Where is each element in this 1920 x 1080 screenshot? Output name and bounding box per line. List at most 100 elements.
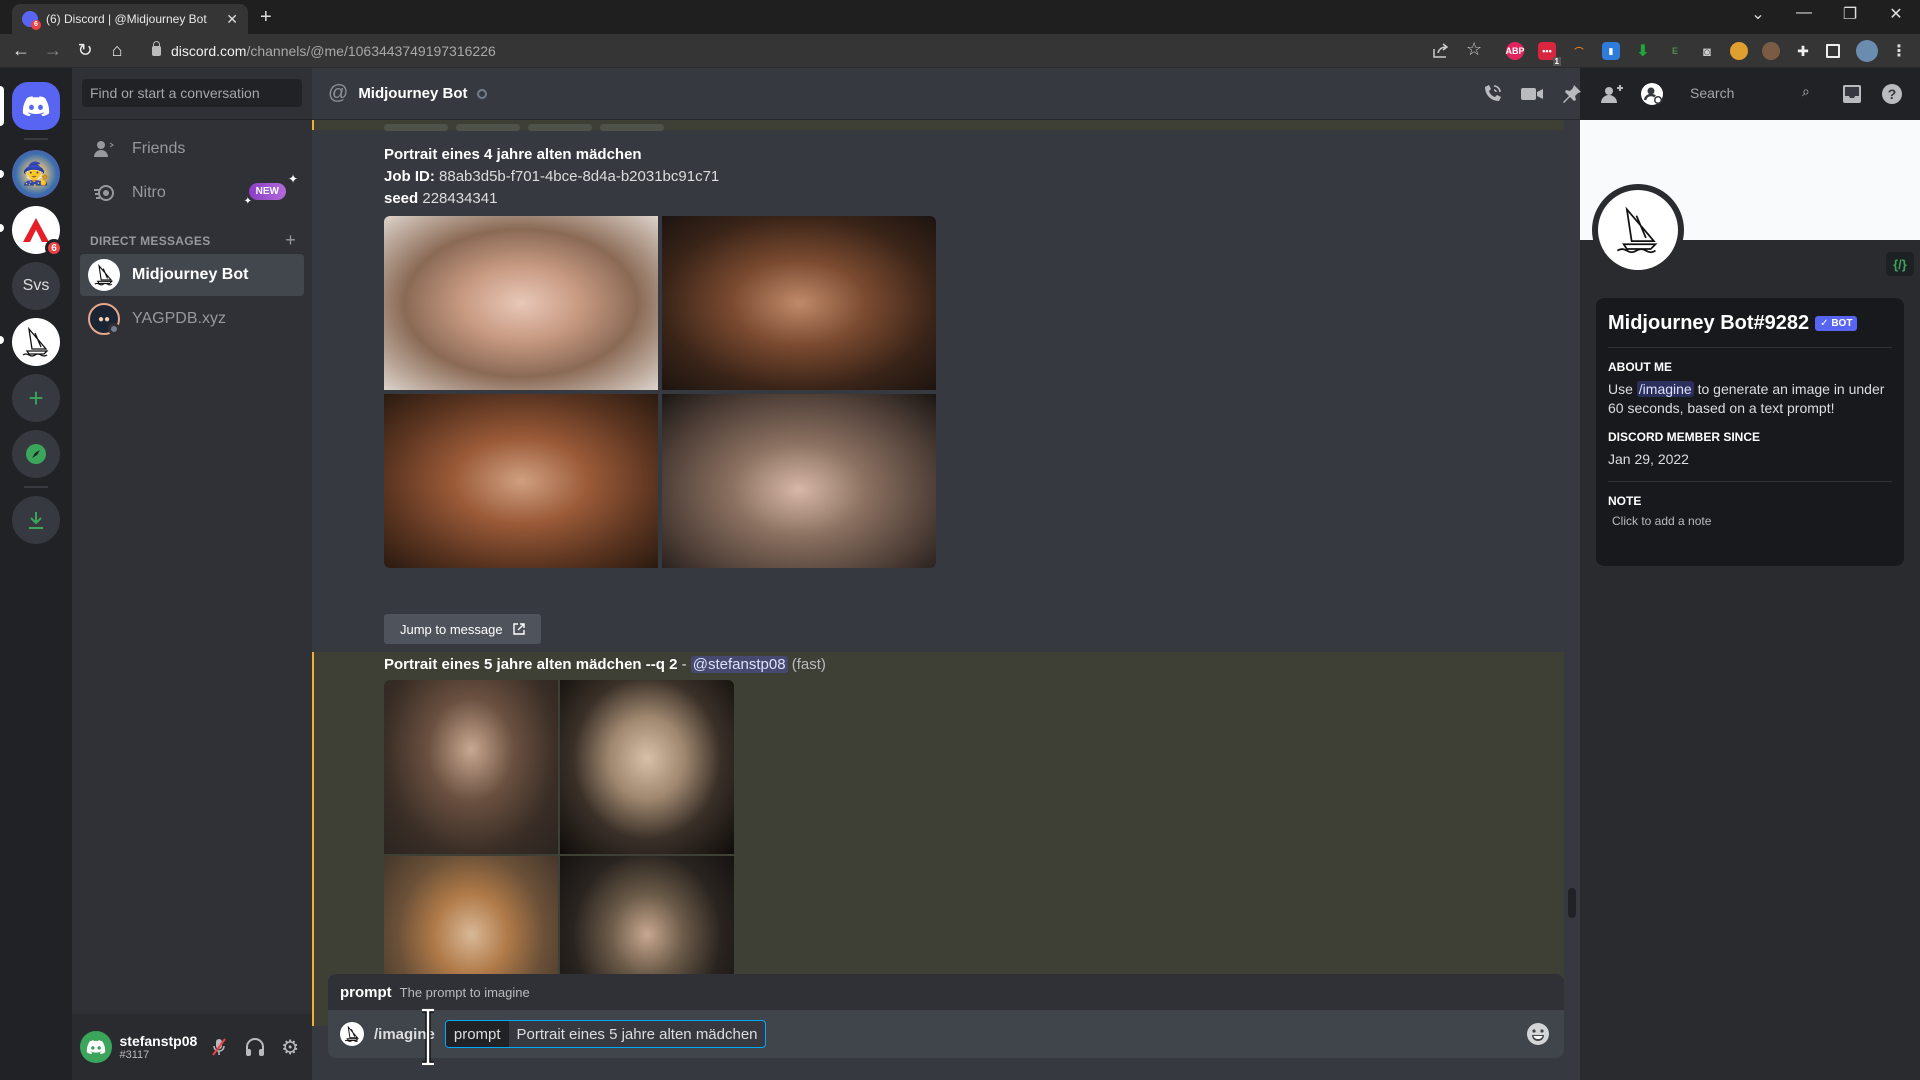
note-heading: Note bbox=[1608, 494, 1642, 508]
hide-user-profile-button[interactable] bbox=[1640, 82, 1664, 106]
friends-label: Friends bbox=[132, 140, 186, 157]
offline-status-icon bbox=[477, 88, 488, 99]
inbox-icon bbox=[1843, 85, 1861, 103]
imagine-command-chip[interactable]: /imagine bbox=[1636, 381, 1694, 397]
discord-logo-icon bbox=[86, 1040, 105, 1054]
message-2-header: Portrait eines 5 jahre alten mädchen --q… bbox=[384, 656, 826, 673]
chat-area: @ Midjourney Bot ⌕ ? Portrait eines 4 ja… bbox=[312, 68, 1902, 1080]
minimize-button[interactable]: — bbox=[1784, 4, 1824, 22]
compass-icon bbox=[26, 444, 46, 464]
server-svs[interactable]: Svs bbox=[12, 262, 60, 310]
help-button[interactable]: ? bbox=[1880, 82, 1904, 106]
download-extension-icon[interactable]: ⬇ bbox=[1634, 42, 1652, 60]
rainbow-extension-icon[interactable]: ⌒ bbox=[1570, 42, 1588, 60]
e-extension-icon[interactable]: E bbox=[1666, 42, 1684, 60]
cookie-extension-icon[interactable] bbox=[1762, 42, 1780, 60]
generated-image[interactable] bbox=[384, 394, 658, 568]
download-icon bbox=[29, 512, 43, 529]
side-panel-icon[interactable] bbox=[1826, 44, 1840, 58]
message-composer[interactable]: /imagine prompt bbox=[328, 1010, 1564, 1058]
user-settings-button[interactable]: ⚙ bbox=[276, 1033, 304, 1061]
profile-avatar-icon[interactable] bbox=[1856, 40, 1878, 62]
add-friends-to-dm-button[interactable] bbox=[1600, 82, 1624, 106]
profile-name: Midjourney Bot#9282 bbox=[1608, 312, 1810, 334]
dm-sidebar: Friends Nitro NEW ✦ ✦ DIRECT MESSAGES + … bbox=[72, 68, 312, 1080]
gear-icon: ⚙ bbox=[281, 1036, 300, 1059]
video-camera-icon bbox=[1521, 88, 1543, 100]
command-option-autocomplete[interactable]: prompt The prompt to imagine bbox=[328, 974, 1564, 1010]
command-option-pill[interactable]: prompt bbox=[444, 1020, 766, 1048]
tab-close-icon[interactable]: ✕ bbox=[226, 11, 238, 28]
divider bbox=[1608, 481, 1892, 482]
generated-image[interactable] bbox=[384, 216, 658, 390]
jump-to-message-label: Jump to message bbox=[400, 621, 503, 637]
prompt-input[interactable] bbox=[508, 1025, 765, 1043]
friends-nav-item[interactable]: Friends bbox=[80, 128, 304, 170]
profile-avatar[interactable] bbox=[1592, 184, 1684, 276]
download-apps-button[interactable] bbox=[12, 496, 60, 544]
message-1-seed: seed 228434341 bbox=[384, 190, 498, 207]
offline-status-icon bbox=[108, 323, 120, 335]
dm-item-yagpdb[interactable]: ●● YAGPDB.xyz bbox=[80, 298, 304, 340]
dm-item-midjourney-bot[interactable]: Midjourney Bot bbox=[80, 254, 304, 296]
note-input[interactable]: Click to add a note bbox=[1608, 514, 1892, 528]
generated-image[interactable] bbox=[560, 680, 734, 854]
generated-image[interactable] bbox=[384, 680, 558, 854]
message-1-image-grid[interactable] bbox=[384, 216, 936, 568]
pinned-messages-button[interactable] bbox=[1560, 82, 1584, 106]
server-midjourney[interactable] bbox=[12, 318, 60, 366]
server-wizard[interactable]: 🧙 bbox=[12, 150, 60, 198]
start-video-call-button[interactable] bbox=[1520, 82, 1544, 106]
member-since-date: Jan 29, 2022 bbox=[1608, 451, 1689, 467]
tab-search-chevron-icon[interactable]: ⌄ bbox=[1738, 4, 1778, 24]
add-server-button[interactable]: + bbox=[12, 374, 60, 422]
direct-messages-label: DIRECT MESSAGES bbox=[90, 234, 211, 248]
start-voice-call-button[interactable] bbox=[1480, 82, 1504, 106]
emoji-picker-icon[interactable] bbox=[1526, 1022, 1550, 1046]
explore-servers-button[interactable] bbox=[12, 430, 60, 478]
jump-to-message-button[interactable]: Jump to message bbox=[384, 614, 541, 644]
bitwarden-extension-icon[interactable]: ▮ bbox=[1602, 42, 1620, 60]
generated-image[interactable] bbox=[662, 216, 936, 390]
share-icon[interactable] bbox=[1432, 43, 1450, 59]
find-conversation-input[interactable] bbox=[82, 79, 302, 107]
color-extension-icon[interactable] bbox=[1730, 42, 1748, 60]
address-bar[interactable]: discord.com/channels/@me/106344374919731… bbox=[142, 37, 1462, 65]
browser-menu-icon[interactable]: ⋮ bbox=[1890, 42, 1908, 60]
mention-badge: 6 bbox=[45, 239, 63, 257]
create-dm-button[interactable]: + bbox=[285, 231, 296, 249]
inbox-button[interactable] bbox=[1840, 82, 1864, 106]
close-window-button[interactable]: ✕ bbox=[1876, 4, 1916, 24]
user-avatar[interactable] bbox=[80, 1031, 112, 1063]
back-button[interactable]: ← bbox=[8, 40, 34, 61]
help-icon: ? bbox=[1882, 84, 1902, 104]
todo-extension-icon[interactable]: ••• 1 bbox=[1538, 42, 1561, 66]
headphones-icon bbox=[245, 1038, 264, 1056]
message-list[interactable]: Portrait eines 4 jahre alten mädchen Job… bbox=[312, 120, 1580, 1042]
camera-extension-icon[interactable]: ◙ bbox=[1698, 42, 1716, 60]
browser-tab[interactable]: (6) Discord | @Midjourney Bot ✕ bbox=[12, 4, 248, 34]
user-mention[interactable]: @stefanstp08 bbox=[690, 656, 788, 673]
supports-commands-badge-icon[interactable]: {/} bbox=[1886, 252, 1914, 276]
new-tab-button[interactable]: + bbox=[260, 6, 272, 29]
reload-button[interactable]: ↻ bbox=[72, 40, 98, 61]
home-button[interactable]: ⌂ bbox=[104, 40, 130, 61]
restore-button[interactable]: ❐ bbox=[1830, 4, 1870, 24]
deafen-button[interactable] bbox=[241, 1033, 269, 1061]
forward-button[interactable]: → bbox=[40, 40, 66, 61]
bookmark-star-icon[interactable]: ☆ bbox=[1466, 39, 1482, 60]
scrollbar-thumb[interactable] bbox=[1568, 888, 1576, 918]
adblock-plus-extension-icon[interactable]: ABP bbox=[1506, 42, 1525, 60]
muted-mic-icon bbox=[212, 1038, 226, 1056]
user-discriminator: #3117 bbox=[119, 1049, 150, 1061]
external-link-icon bbox=[512, 623, 525, 635]
server-adobe[interactable]: 6 bbox=[12, 206, 63, 257]
home-button[interactable] bbox=[12, 82, 60, 130]
puzzle-extensions-icon[interactable]: ✚ bbox=[1794, 42, 1812, 60]
mute-microphone-button[interactable] bbox=[205, 1033, 233, 1061]
profile-name-row: Midjourney Bot#9282 ✓ BOT bbox=[1608, 312, 1892, 335]
nitro-nav-item[interactable]: Nitro NEW ✦ ✦ bbox=[80, 172, 304, 214]
text-cursor-icon bbox=[422, 1008, 434, 1066]
generated-image[interactable] bbox=[662, 394, 936, 568]
selected-pill bbox=[0, 86, 4, 126]
